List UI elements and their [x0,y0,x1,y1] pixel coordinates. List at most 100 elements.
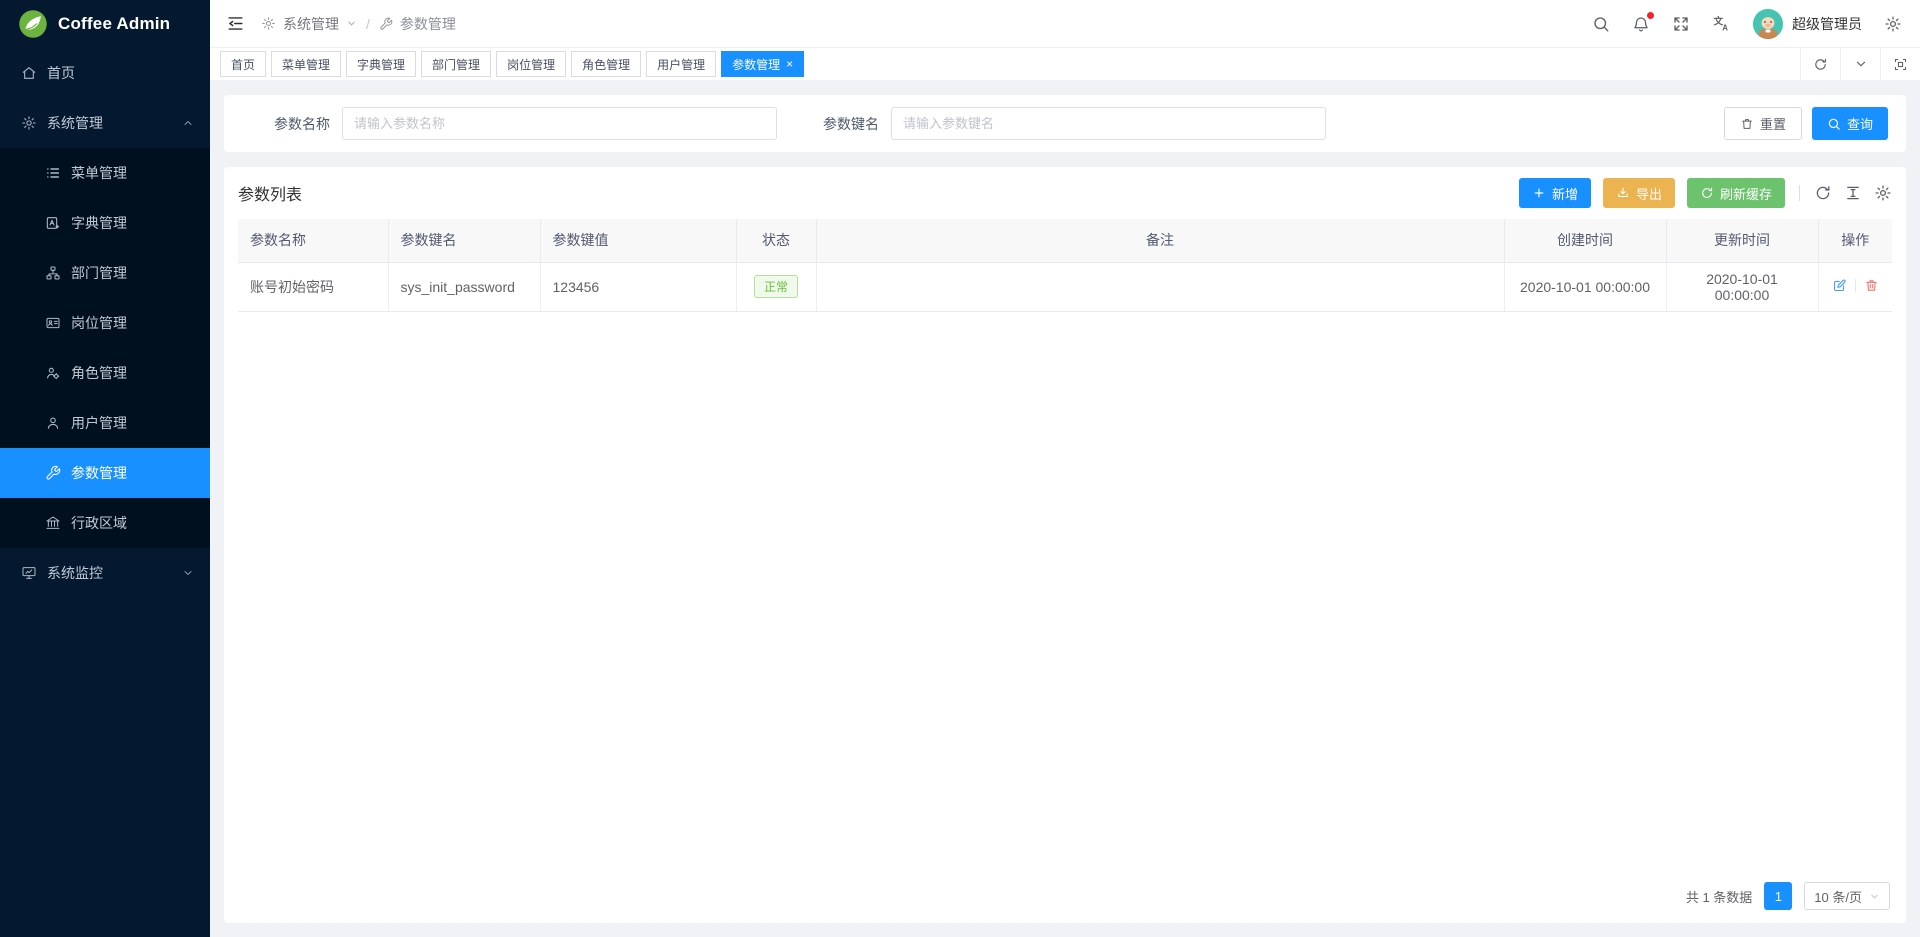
tab-close-icon[interactable]: × [786,58,793,70]
edit-icon [1832,278,1847,293]
org-tree-icon [44,265,61,281]
sidebar-item-user-mgmt[interactable]: 用户管理 [0,398,210,448]
sidebar-item-post-mgmt[interactable]: 岗位管理 [0,298,210,348]
refresh-cache-button[interactable]: 刷新缓存 [1687,178,1785,208]
col-header-param-value[interactable]: 参数键值 [540,219,736,262]
tab-post-mgmt[interactable]: 岗位管理 [496,51,566,77]
gear-icon [261,16,276,31]
plus-icon [1532,186,1546,200]
sidebar-item-param-mgmt[interactable]: 参数管理 [0,448,210,498]
query-button[interactable]: 查询 [1812,107,1888,140]
sidebar-item-label: 参数管理 [71,463,127,483]
cell-param-key: sys_init_password [388,262,540,311]
page-button-1[interactable]: 1 [1764,882,1792,910]
language-button[interactable]: 文A [1712,14,1731,33]
page-size-select[interactable]: 10 条/页 [1804,882,1890,910]
sidebar-collapse-button[interactable] [226,14,245,33]
add-button[interactable]: 新增 [1519,178,1591,208]
gear-icon [20,115,37,131]
notifications-button[interactable] [1632,15,1650,33]
col-header-param-key[interactable]: 参数键名 [388,219,540,262]
col-header-status[interactable]: 状态 [736,219,816,262]
sidebar-item-dept-mgmt[interactable]: 部门管理 [0,248,210,298]
table-header-row: 参数名称 参数键名 参数键值 状态 备注 创建时间 更新时间 操作 [238,219,1892,262]
tab-role-mgmt[interactable]: 角色管理 [571,51,641,77]
sidebar-item-dict-mgmt[interactable]: 字典管理 [0,198,210,248]
export-button-label: 导出 [1636,184,1662,203]
sidebar-item-label: 字典管理 [71,213,127,233]
tab-label: 菜单管理 [282,56,330,73]
tab-label: 部门管理 [432,56,480,73]
app-root: Coffee Admin 首页 系统管理 菜单管理 [0,0,1920,937]
text-height-icon [1844,184,1862,202]
pagination: 共 1 条数据 1 10 条/页 [224,869,1906,923]
cell-actions [1818,262,1892,311]
user-menu[interactable]: 超级管理员 [1753,9,1862,39]
topbar-actions: 文A 超级管理员 [1592,9,1902,39]
delete-row-button[interactable] [1864,278,1879,293]
table-settings-button[interactable] [1874,184,1892,202]
toolbar-divider [1799,185,1800,201]
table-row[interactable]: 账号初始密码 sys_init_password 123456 正常 2020-… [238,262,1892,311]
sidebar-item-label: 系统监控 [47,563,103,583]
chevron-down-icon [1854,57,1868,71]
cell-status: 正常 [736,262,816,311]
sidebar-item-label: 角色管理 [71,363,127,383]
breadcrumb-item-system[interactable]: 系统管理 [283,14,339,34]
sidebar-item-label: 系统管理 [47,113,103,133]
refresh-cache-button-label: 刷新缓存 [1720,184,1772,203]
table-density-button[interactable] [1844,184,1862,202]
param-table: 参数名称 参数键名 参数键值 状态 备注 创建时间 更新时间 操作 [238,219,1892,312]
page-size-value: 10 条/页 [1814,887,1862,906]
query-button-label: 查询 [1847,114,1873,133]
param-key-input[interactable] [891,107,1326,140]
content-area: 参数名称 参数键名 重置 查询 [210,81,1920,937]
tabs-bar: 首页 菜单管理 字典管理 部门管理 岗位管理 角色管理 用户管理 参数管理 × [210,48,1920,81]
tab-label: 首页 [231,56,255,73]
edit-row-button[interactable] [1832,278,1847,293]
sidebar-item-menu-mgmt[interactable]: 菜单管理 [0,148,210,198]
tab-user-mgmt[interactable]: 用户管理 [646,51,716,77]
tab-dict-mgmt[interactable]: 字典管理 [346,51,416,77]
sidebar-item-home[interactable]: 首页 [0,48,210,98]
col-header-remark[interactable]: 备注 [816,219,1504,262]
tab-label: 参数管理 [732,56,780,73]
param-key-label: 参数键名 [791,114,891,134]
sidebar-item-role-mgmt[interactable]: 角色管理 [0,348,210,398]
add-button-label: 新增 [1552,184,1578,203]
export-button[interactable]: 导出 [1603,178,1675,208]
table-refresh-button[interactable] [1814,184,1832,202]
param-name-input[interactable] [342,107,777,140]
tab-dropdown-button[interactable] [1840,48,1880,81]
notification-badge-dot [1647,12,1654,19]
chevron-down-icon [346,18,357,29]
main-column: 系统管理 / 参数管理 [210,0,1920,937]
tab-home[interactable]: 首页 [220,51,266,77]
roles-icon [44,365,61,381]
reset-button[interactable]: 重置 [1724,107,1802,140]
tab-label: 角色管理 [582,56,630,73]
sidebar-item-system[interactable]: 系统管理 [0,98,210,148]
col-header-create-time[interactable]: 创建时间 [1504,219,1666,262]
sidebar-item-region[interactable]: 行政区域 [0,498,210,548]
fullscreen-button[interactable] [1672,15,1690,33]
sidebar-item-label: 用户管理 [71,413,127,433]
col-header-param-name[interactable]: 参数名称 [238,219,388,262]
search-icon [1592,15,1610,33]
search-button[interactable] [1592,15,1610,33]
tab-refresh-button[interactable] [1800,48,1840,81]
cell-create-time: 2020-10-01 00:00:00 [1504,262,1666,311]
tab-maximize-button[interactable] [1880,48,1920,81]
tab-param-mgmt[interactable]: 参数管理 × [721,51,804,77]
col-header-update-time[interactable]: 更新时间 [1666,219,1818,262]
tab-dept-mgmt[interactable]: 部门管理 [421,51,491,77]
settings-button[interactable] [1884,15,1902,33]
tab-menu-mgmt[interactable]: 菜单管理 [271,51,341,77]
sidebar-item-monitor[interactable]: 系统监控 [0,548,210,598]
app-logo[interactable]: Coffee Admin [0,0,210,48]
sidebar-item-label: 行政区域 [71,513,127,533]
param-name-field: 参数名称 [242,107,777,140]
dictionary-icon [44,215,61,231]
breadcrumb-separator: / [366,16,370,32]
sidebar-item-label: 岗位管理 [71,313,127,333]
